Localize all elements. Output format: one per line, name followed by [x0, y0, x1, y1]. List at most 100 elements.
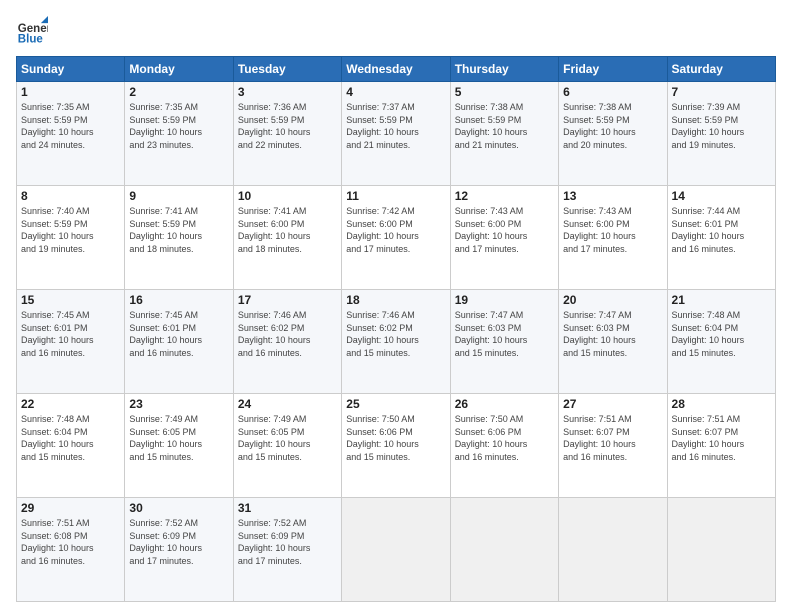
calendar-cell: 31 Sunrise: 7:52 AM Sunset: 6:09 PM Dayli…	[233, 498, 341, 602]
day-number: 22	[21, 397, 120, 411]
day-info: Sunrise: 7:52 AM Sunset: 6:09 PM Dayligh…	[129, 517, 228, 567]
calendar-cell: 4Sunrise: 7:37 AM Sunset: 5:59 PM Daylig…	[342, 82, 450, 186]
calendar-cell: 11 Sunrise: 7:42 AM Sunset: 6:00 PM Dayli…	[342, 186, 450, 290]
day-info: Sunrise: 7:46 AM Sunset: 6:02 PM Dayligh…	[238, 309, 337, 359]
day-number: 8	[21, 189, 120, 203]
day-number: 17	[238, 293, 337, 307]
calendar-cell: 28 Sunrise: 7:51 AM Sunset: 6:07 PM Dayli…	[667, 394, 775, 498]
calendar-cell	[667, 498, 775, 602]
day-info: Sunrise: 7:38 AM Sunset: 5:59 PM Dayligh…	[455, 101, 554, 151]
day-number: 25	[346, 397, 445, 411]
calendar-cell: 3 Sunrise: 7:36 AM Sunset: 5:59 PM Daylig…	[233, 82, 341, 186]
day-info: Sunrise: 7:35 AM Sunset: 5:59 PM Dayligh…	[21, 101, 120, 151]
calendar-cell: 19 Sunrise: 7:47 AM Sunset: 6:03 PM Dayli…	[450, 290, 558, 394]
day-number: 11	[346, 189, 445, 203]
day-info: Sunrise: 7:40 AM Sunset: 5:59 PM Dayligh…	[21, 205, 120, 255]
calendar-cell: 26 Sunrise: 7:50 AM Sunset: 6:06 PM Dayli…	[450, 394, 558, 498]
day-info: Sunrise: 7:49 AM Sunset: 6:05 PM Dayligh…	[129, 413, 228, 463]
calendar-cell: 9 Sunrise: 7:41 AM Sunset: 5:59 PM Daylig…	[125, 186, 233, 290]
day-number: 15	[21, 293, 120, 307]
day-info: Sunrise: 7:49 AM Sunset: 6:05 PM Dayligh…	[238, 413, 337, 463]
day-info: Sunrise: 7:41 AM Sunset: 5:59 PM Dayligh…	[129, 205, 228, 255]
day-info: Sunrise: 7:39 AM Sunset: 5:59 PM Dayligh…	[672, 101, 771, 151]
day-number: 6	[563, 85, 662, 99]
weekday-header-saturday: Saturday	[667, 57, 775, 82]
day-number: 21	[672, 293, 771, 307]
calendar-cell: 20Sunrise: 7:47 AM Sunset: 6:03 PM Dayli…	[559, 290, 667, 394]
weekday-header-friday: Friday	[559, 57, 667, 82]
day-number: 19	[455, 293, 554, 307]
day-info: Sunrise: 7:46 AM Sunset: 6:02 PM Dayligh…	[346, 309, 445, 359]
calendar-cell: 21 Sunrise: 7:48 AM Sunset: 6:04 PM Dayli…	[667, 290, 775, 394]
day-number: 4	[346, 85, 445, 99]
calendar-cell: 18Sunrise: 7:46 AM Sunset: 6:02 PM Dayli…	[342, 290, 450, 394]
day-number: 7	[672, 85, 771, 99]
calendar-cell: 5 Sunrise: 7:38 AM Sunset: 5:59 PM Daylig…	[450, 82, 558, 186]
calendar-cell: 17 Sunrise: 7:46 AM Sunset: 6:02 PM Dayli…	[233, 290, 341, 394]
day-info: Sunrise: 7:36 AM Sunset: 5:59 PM Dayligh…	[238, 101, 337, 151]
page-header: General Blue	[16, 16, 776, 48]
calendar-cell: 22 Sunrise: 7:48 AM Sunset: 6:04 PM Dayli…	[17, 394, 125, 498]
calendar-cell: 2 Sunrise: 7:35 AM Sunset: 5:59 PM Daylig…	[125, 82, 233, 186]
day-info: Sunrise: 7:48 AM Sunset: 6:04 PM Dayligh…	[672, 309, 771, 359]
day-number: 12	[455, 189, 554, 203]
day-number: 10	[238, 189, 337, 203]
calendar-cell: 27 Sunrise: 7:51 AM Sunset: 6:07 PM Dayli…	[559, 394, 667, 498]
day-number: 26	[455, 397, 554, 411]
calendar-cell: 10 Sunrise: 7:41 AM Sunset: 6:00 PM Dayli…	[233, 186, 341, 290]
calendar-cell	[342, 498, 450, 602]
calendar-cell	[450, 498, 558, 602]
day-info: Sunrise: 7:43 AM Sunset: 6:00 PM Dayligh…	[563, 205, 662, 255]
calendar-table: SundayMondayTuesdayWednesdayThursdayFrid…	[16, 56, 776, 602]
calendar-cell: 16 Sunrise: 7:45 AM Sunset: 6:01 PM Dayli…	[125, 290, 233, 394]
day-number: 14	[672, 189, 771, 203]
day-info: Sunrise: 7:44 AM Sunset: 6:01 PM Dayligh…	[672, 205, 771, 255]
calendar-cell: 1 Sunrise: 7:35 AM Sunset: 5:59 PM Daylig…	[17, 82, 125, 186]
weekday-header-wednesday: Wednesday	[342, 57, 450, 82]
calendar-cell: 25 Sunrise: 7:50 AM Sunset: 6:06 PM Dayli…	[342, 394, 450, 498]
day-number: 24	[238, 397, 337, 411]
day-info: Sunrise: 7:45 AM Sunset: 6:01 PM Dayligh…	[21, 309, 120, 359]
day-number: 9	[129, 189, 228, 203]
day-info: Sunrise: 7:51 AM Sunset: 6:07 PM Dayligh…	[672, 413, 771, 463]
day-number: 3	[238, 85, 337, 99]
logo-icon: General Blue	[16, 16, 48, 48]
day-number: 20	[563, 293, 662, 307]
day-info: Sunrise: 7:51 AM Sunset: 6:07 PM Dayligh…	[563, 413, 662, 463]
day-info: Sunrise: 7:50 AM Sunset: 6:06 PM Dayligh…	[346, 413, 445, 463]
day-info: Sunrise: 7:35 AM Sunset: 5:59 PM Dayligh…	[129, 101, 228, 151]
day-info: Sunrise: 7:43 AM Sunset: 6:00 PM Dayligh…	[455, 205, 554, 255]
day-info: Sunrise: 7:48 AM Sunset: 6:04 PM Dayligh…	[21, 413, 120, 463]
calendar-cell: 24 Sunrise: 7:49 AM Sunset: 6:05 PM Dayli…	[233, 394, 341, 498]
day-number: 27	[563, 397, 662, 411]
day-number: 28	[672, 397, 771, 411]
day-info: Sunrise: 7:42 AM Sunset: 6:00 PM Dayligh…	[346, 205, 445, 255]
calendar-cell: 8 Sunrise: 7:40 AM Sunset: 5:59 PM Daylig…	[17, 186, 125, 290]
day-number: 1	[21, 85, 120, 99]
day-number: 16	[129, 293, 228, 307]
day-info: Sunrise: 7:45 AM Sunset: 6:01 PM Dayligh…	[129, 309, 228, 359]
day-info: Sunrise: 7:47 AM Sunset: 6:03 PM Dayligh…	[455, 309, 554, 359]
day-number: 23	[129, 397, 228, 411]
calendar-cell: 6Sunrise: 7:38 AM Sunset: 5:59 PM Daylig…	[559, 82, 667, 186]
calendar-cell: 15 Sunrise: 7:45 AM Sunset: 6:01 PM Dayli…	[17, 290, 125, 394]
calendar-cell: 29Sunrise: 7:51 AM Sunset: 6:08 PM Dayli…	[17, 498, 125, 602]
day-number: 29	[21, 501, 120, 515]
calendar-cell: 30 Sunrise: 7:52 AM Sunset: 6:09 PM Dayli…	[125, 498, 233, 602]
calendar-cell	[559, 498, 667, 602]
day-number: 30	[129, 501, 228, 515]
svg-text:Blue: Blue	[18, 34, 44, 46]
calendar-cell: 7 Sunrise: 7:39 AM Sunset: 5:59 PM Daylig…	[667, 82, 775, 186]
day-number: 31	[238, 501, 337, 515]
calendar-cell: 13 Sunrise: 7:43 AM Sunset: 6:00 PM Dayli…	[559, 186, 667, 290]
day-info: Sunrise: 7:41 AM Sunset: 6:00 PM Dayligh…	[238, 205, 337, 255]
logo: General Blue	[16, 16, 48, 48]
day-number: 2	[129, 85, 228, 99]
day-info: Sunrise: 7:52 AM Sunset: 6:09 PM Dayligh…	[238, 517, 337, 567]
day-info: Sunrise: 7:50 AM Sunset: 6:06 PM Dayligh…	[455, 413, 554, 463]
day-number: 13	[563, 189, 662, 203]
day-number: 5	[455, 85, 554, 99]
weekday-header-thursday: Thursday	[450, 57, 558, 82]
weekday-header-sunday: Sunday	[17, 57, 125, 82]
calendar-cell: 12 Sunrise: 7:43 AM Sunset: 6:00 PM Dayli…	[450, 186, 558, 290]
